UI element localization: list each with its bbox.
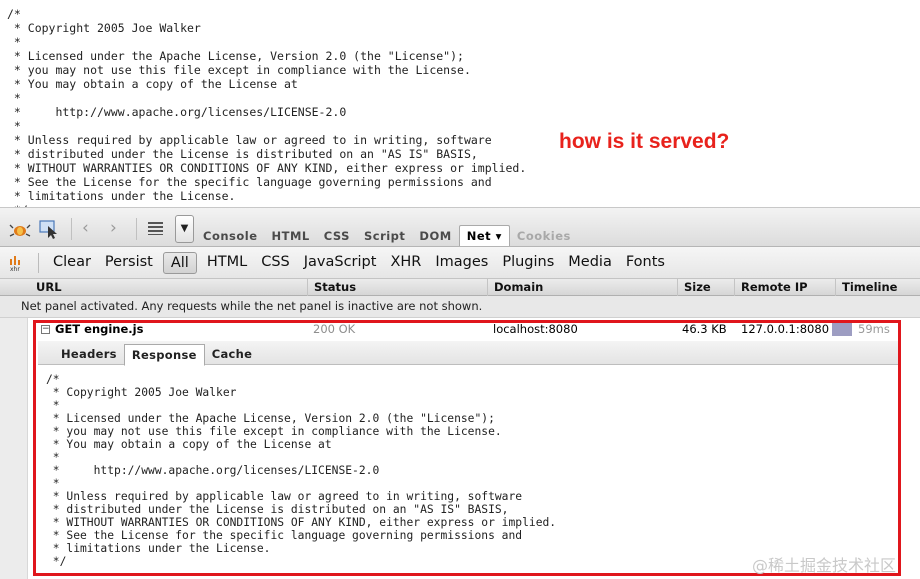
list-icon[interactable] — [148, 222, 163, 235]
filter-images[interactable]: Images — [428, 252, 495, 274]
svg-text:xhr: xhr — [10, 266, 20, 272]
filter-fonts[interactable]: Fonts — [619, 252, 672, 274]
column-status[interactable]: Status — [308, 279, 488, 296]
column-url[interactable]: URL — [0, 279, 308, 296]
back-icon[interactable]: ‹ — [82, 218, 89, 238]
request-url[interactable]: GET engine.js — [55, 320, 143, 338]
request-size: 46.3 KB — [682, 322, 727, 336]
filter-html[interactable]: HTML — [200, 252, 254, 274]
net-column-header: URL Status Domain Size Remote IP Timelin… — [0, 279, 920, 296]
tab-headers[interactable]: Headers — [54, 344, 124, 365]
toolbar-divider — [71, 218, 72, 240]
filter-all[interactable]: All — [162, 252, 197, 274]
collapse-icon[interactable]: − — [41, 325, 50, 334]
response-tabs: Headers Response Cache — [54, 344, 260, 366]
tab-console[interactable]: Console — [196, 225, 265, 246]
column-size[interactable]: Size — [678, 279, 735, 296]
filter-plugins[interactable]: Plugins — [495, 252, 561, 274]
tab-script[interactable]: Script — [357, 225, 412, 246]
tab-dom[interactable]: DOM — [412, 225, 458, 246]
forward-icon[interactable]: › — [110, 218, 117, 238]
source-view: /* * Copyright 2005 Joe Walker * * Licen… — [0, 0, 920, 207]
inspect-icon[interactable] — [38, 219, 60, 239]
tab-css[interactable]: CSS — [317, 225, 357, 246]
request-list: − GET engine.js 200 OK localhost:8080 46… — [0, 318, 920, 579]
filter-xhr[interactable]: XHR — [383, 252, 428, 274]
request-domain: localhost:8080 — [493, 322, 578, 336]
request-status: 200 OK — [313, 322, 356, 336]
column-remote-ip[interactable]: Remote IP — [735, 279, 836, 296]
watermark: @稀土掘金技术社区 — [752, 556, 897, 575]
xhr-icon[interactable]: xhr — [9, 254, 25, 272]
request-time: 59ms — [858, 322, 890, 336]
response-body: /* * Copyright 2005 Joe Walker * * Licen… — [46, 373, 557, 568]
tab-cache[interactable]: Cache — [205, 344, 260, 365]
panel-tabs: Console HTML CSS Script DOM Net ▾ Cookie… — [196, 225, 578, 246]
row-gutter — [0, 318, 28, 579]
request-row[interactable]: − GET engine.js 200 OK localhost:8080 46… — [28, 320, 920, 338]
tab-cookies[interactable]: Cookies — [510, 225, 578, 246]
net-filter-bar: xhr Clear Persist All HTML CSS JavaScrip… — [0, 247, 920, 279]
tab-response[interactable]: Response — [123, 344, 205, 366]
timeline-bar[interactable] — [832, 323, 852, 336]
annotation-text: how is it served? — [559, 130, 730, 153]
filter-javascript[interactable]: JavaScript — [297, 252, 384, 274]
filter-media[interactable]: Media — [561, 252, 619, 274]
column-domain[interactable]: Domain — [488, 279, 678, 296]
response-tabs-bar: Headers Response Cache — [38, 341, 898, 366]
panel-menu-button[interactable]: ▼ — [175, 215, 194, 243]
source-code: /* * Copyright 2005 Joe Walker * * Licen… — [7, 7, 527, 207]
filter-divider — [38, 253, 39, 273]
filter-buttons: Clear Persist All HTML CSS JavaScript XH… — [46, 252, 672, 274]
persist-button[interactable]: Persist — [98, 252, 160, 274]
column-timeline[interactable]: Timeline — [836, 279, 920, 296]
filter-css[interactable]: CSS — [254, 252, 297, 274]
firebug-toolbar: ‹ › ▼ Console HTML CSS Script DOM Net ▾ … — [0, 207, 920, 247]
firebug-icon[interactable] — [9, 219, 31, 239]
toolbar-divider — [136, 218, 137, 240]
net-info-message: Net panel activated. Any requests while … — [0, 296, 920, 318]
tab-html[interactable]: HTML — [265, 225, 317, 246]
tab-net[interactable]: Net ▾ — [458, 225, 510, 246]
clear-button[interactable]: Clear — [46, 252, 98, 274]
request-remote-ip: 127.0.0.1:8080 — [741, 322, 830, 336]
